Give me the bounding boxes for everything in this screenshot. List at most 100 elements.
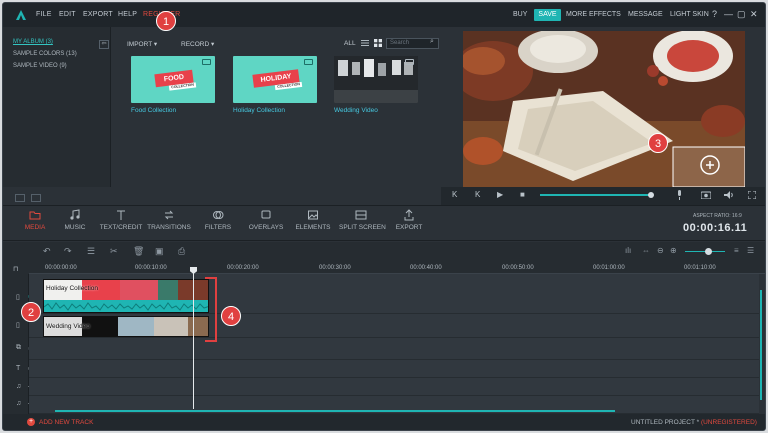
add-new-track-button[interactable]: ADD NEW TRACK <box>39 419 93 426</box>
library-item-my-album[interactable]: MY ALBUM (3) <box>13 39 53 45</box>
zoom-out-icon[interactable]: ⊖ <box>657 246 664 255</box>
adjust-icon[interactable]: ☰ <box>87 246 95 257</box>
track-music-1[interactable] <box>29 378 759 396</box>
tab-overlays[interactable]: OVERLAYS <box>244 209 288 231</box>
thumb-banner-holiday: HOLIDAY COLLECTION <box>252 69 303 91</box>
snapshot-icon[interactable]: ⎙ <box>178 246 185 257</box>
tab-transitions[interactable]: TRANSITIONS <box>147 209 191 231</box>
tab-filters[interactable]: FILTERS <box>196 209 240 231</box>
media-thumb-holiday[interactable]: HOLIDAY COLLECTION <box>233 56 317 103</box>
clip-wedding-video[interactable]: Wedding Video <box>43 316 209 337</box>
video-track-icon: ▯ <box>16 322 20 329</box>
message-button[interactable]: MESSAGE <box>628 11 663 18</box>
clip-label: Holiday Collection <box>46 285 99 292</box>
app-window: FILE EDIT EXPORT HELP REGISTER BUY SAVE … <box>2 2 766 431</box>
timeline-horizontal-scrollbar[interactable] <box>55 410 615 412</box>
playback-progress[interactable] <box>540 194 652 196</box>
thumb-caption-food: Food Collection <box>131 107 177 114</box>
tab-label: TEXT/CREDIT <box>99 224 143 231</box>
menu-edit[interactable]: EDIT <box>59 11 76 18</box>
ruler-time: 00:00:20:00 <box>227 265 259 271</box>
snapshot-camera-icon[interactable] <box>701 191 711 199</box>
help-icon[interactable]: ? <box>712 9 717 19</box>
tab-text-credit[interactable]: TEXT/CREDIT <box>99 209 143 231</box>
fit-timeline-icon[interactable]: ⇔ <box>642 246 650 255</box>
microphone-icon[interactable] <box>676 190 683 200</box>
buy-button[interactable]: BUY <box>513 11 527 18</box>
ruler-time: 00:00:00:00 <box>45 265 77 271</box>
save-button[interactable]: SAVE <box>534 9 561 21</box>
tab-music[interactable]: MUSIC <box>53 209 97 231</box>
play-icon[interactable]: ▶ <box>497 190 503 199</box>
timeline-vertical-scrollbar[interactable] <box>760 290 762 400</box>
track-list-icon[interactable]: ≡ <box>734 246 739 255</box>
banner-text: FOOD <box>163 73 185 84</box>
menu-export[interactable]: EXPORT <box>83 11 113 18</box>
pip-track-icon: ⧉ <box>16 344 21 351</box>
delete-icon[interactable]: 🗑 <box>133 246 144 257</box>
zoom-slider-knob[interactable] <box>705 248 712 255</box>
menu-help[interactable]: HELP <box>118 11 137 18</box>
playback-slider-knob[interactable] <box>648 192 654 198</box>
track-pip[interactable] <box>29 338 759 360</box>
video-camera-icon <box>304 59 313 65</box>
list-view-icon[interactable] <box>361 39 369 47</box>
crop-icon[interactable]: ▣ <box>155 246 164 257</box>
track-text[interactable] <box>29 360 759 378</box>
preview-frame-image <box>463 31 745 187</box>
preview-player[interactable] <box>463 31 745 187</box>
back-arrow-icon[interactable]: ⇦ <box>99 40 109 49</box>
light-skin-button[interactable]: LIGHT SKIN <box>670 11 709 18</box>
thumb-banner-food: FOOD COLLECTION <box>154 69 197 91</box>
grid-view-icon[interactable] <box>374 39 382 47</box>
ruler-time: 00:00:50:00 <box>502 265 534 271</box>
text-track-icon: T <box>16 365 21 372</box>
media-thumb-wedding[interactable] <box>334 56 418 103</box>
filter-all[interactable]: ALL <box>344 40 356 47</box>
project-name: UNTITLED PROJECT * <box>631 419 700 426</box>
add-track-icon[interactable]: + <box>27 418 35 426</box>
maximize-icon[interactable]: ▢ <box>737 9 746 20</box>
library-item-sample-colors[interactable]: SAMPLE COLORS (13) <box>13 51 77 57</box>
tab-split-screen[interactable]: SPLIT SCREEN <box>339 209 386 231</box>
preview-controls <box>441 187 765 205</box>
add-folder-icon[interactable] <box>15 194 25 202</box>
music-track-icon: ♫ <box>16 400 22 407</box>
more-effects-button[interactable]: MORE EFFECTS <box>566 11 621 18</box>
media-thumb-food[interactable]: FOOD COLLECTION <box>131 56 215 103</box>
redo-icon[interactable]: ↷ <box>64 246 72 257</box>
library-item-sample-video[interactable]: SAMPLE VIDEO (9) <box>13 63 67 69</box>
aspect-ratio-label: ASPECT RATIO: 16:9 <box>693 213 742 219</box>
clip-holiday-collection[interactable]: Holiday Collection <box>43 279 209 313</box>
project-status: UNTITLED PROJECT * (UNREGISTERED) <box>631 419 757 426</box>
minimize-icon[interactable]: — <box>724 9 733 19</box>
close-icon[interactable]: ✕ <box>750 9 758 20</box>
prev-frame-icon[interactable]: K <box>452 190 457 199</box>
menu-file[interactable]: FILE <box>36 11 52 18</box>
banner-tag: COLLECTION <box>169 82 197 91</box>
import-dropdown[interactable]: IMPORT ▾ <box>127 40 157 48</box>
banner-text: HOLIDAY <box>260 73 292 84</box>
volume-icon[interactable] <box>724 191 734 199</box>
audio-mixer-icon[interactable]: ılı <box>625 246 631 255</box>
track-manager-icon[interactable]: ☰ <box>747 246 754 255</box>
tab-label: MUSIC <box>64 224 86 231</box>
record-dropdown[interactable]: RECORD ▾ <box>181 40 214 48</box>
video-track-icon: ▯ <box>16 294 20 301</box>
undo-icon[interactable]: ↶ <box>43 246 51 257</box>
playhead[interactable] <box>193 271 194 409</box>
remove-folder-icon[interactable] <box>31 194 41 202</box>
banner-tag: COLLECTION <box>275 81 303 91</box>
magnet-icon[interactable]: ⊓ <box>13 265 18 273</box>
tab-label: ELEMENTS <box>295 224 331 231</box>
tab-label: MEDIA <box>24 224 46 231</box>
tab-elements[interactable]: ELEMENTS <box>291 209 335 231</box>
zoom-in-icon[interactable]: ⊕ <box>670 246 677 255</box>
next-frame-icon[interactable]: K <box>475 190 480 199</box>
stop-icon[interactable]: ■ <box>520 190 525 199</box>
tab-media[interactable]: MEDIA <box>13 209 57 231</box>
cut-icon[interactable]: ✂ <box>110 246 118 257</box>
callout-3: 3 <box>648 133 668 153</box>
tab-export[interactable]: EXPORT <box>387 209 431 231</box>
fullscreen-icon[interactable] <box>748 191 756 199</box>
